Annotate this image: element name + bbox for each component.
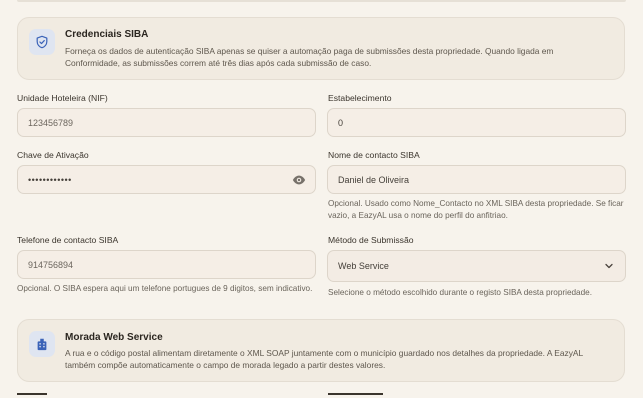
next-row-right-label-clipped bbox=[328, 393, 388, 398]
activation-key-label: Chave de Ativação bbox=[17, 150, 89, 160]
card-title: Credenciais SIBA bbox=[65, 29, 149, 40]
contact-phone-help: Opcional. O SIBA espera aqui um telefone… bbox=[17, 284, 313, 293]
card-description: A rua e o código postal alimentam direta… bbox=[65, 348, 583, 370]
previous-section-edge bbox=[17, 0, 626, 2]
siba-credentials-card: Credenciais SIBA Forneça os dados de aut… bbox=[17, 17, 625, 80]
submission-method-select[interactable]: Web Service bbox=[327, 250, 626, 282]
submission-method-value: Web Service bbox=[338, 261, 389, 271]
contact-name-label: Nome de contacto SIBA bbox=[328, 150, 420, 160]
shield-check-icon bbox=[29, 29, 55, 55]
establishment-input[interactable]: 0 bbox=[327, 108, 626, 137]
chevron-down-icon bbox=[604, 261, 614, 273]
nif-label: Unidade Hoteleira (NIF) bbox=[17, 93, 108, 103]
web-service-address-card: Morada Web Service A rua e o código post… bbox=[17, 319, 625, 382]
activation-key-value: •••••••••••• bbox=[28, 174, 72, 185]
card-title: Morada Web Service bbox=[65, 332, 163, 343]
building-icon bbox=[29, 331, 55, 357]
nif-input[interactable]: 123456789 bbox=[17, 108, 316, 137]
card-description: Forneça os dados de autenticação SIBA ap… bbox=[65, 46, 554, 68]
contact-phone-input[interactable]: 914756894 bbox=[17, 250, 316, 279]
activation-key-input[interactable]: •••••••••••• bbox=[17, 165, 316, 194]
establishment-label: Estabelecimento bbox=[328, 93, 392, 103]
contact-name-help: Opcional. Usado como Nome_Contacto no XM… bbox=[328, 199, 624, 220]
contact-phone-label: Telefone de contacto SIBA bbox=[17, 235, 119, 245]
submission-method-label: Método de Submissão bbox=[328, 235, 414, 245]
submission-method-help: Selecione o método escolhido durante o r… bbox=[328, 288, 592, 297]
eye-icon[interactable] bbox=[292, 174, 306, 188]
contact-name-input[interactable]: Daniel de Oliveira bbox=[327, 165, 626, 194]
next-row-left-label-clipped bbox=[17, 393, 57, 398]
